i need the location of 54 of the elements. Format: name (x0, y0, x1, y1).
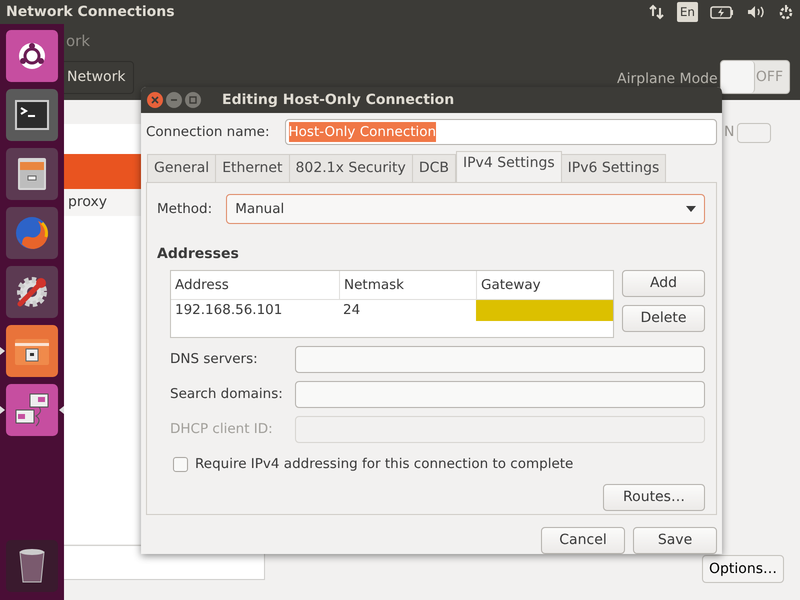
routes-button[interactable]: Routes… (603, 484, 705, 512)
minimize-icon[interactable] (166, 92, 182, 108)
gateway-edit-cell[interactable] (476, 300, 613, 321)
volume-icon[interactable] (746, 4, 766, 20)
tab[interactable]: 802.1x Security (290, 154, 413, 182)
column-header[interactable]: Netmask (339, 271, 476, 299)
table-cell-text: 192.168.56.101 (174, 301, 284, 320)
add-button[interactable]: Add (622, 270, 705, 297)
checkbox-label: Require IPv4 addressing for this connection to complete (195, 455, 574, 474)
maximize-icon[interactable] (185, 92, 201, 108)
caret-icon (686, 206, 696, 212)
launcher-item[interactable] (6, 384, 58, 436)
column-header[interactable]: Gateway (476, 271, 613, 299)
tab[interactable]: IPv6 Settings (562, 154, 666, 182)
launcher-item[interactable] (6, 30, 58, 82)
dialog-title: Editing Host-Only Connection (222, 90, 454, 110)
method-dropdown[interactable]: Manual (226, 194, 705, 224)
window-title: ork (66, 31, 90, 52)
power-gear-icon[interactable] (778, 4, 794, 20)
field-label: DNS servers: (170, 350, 259, 370)
field-label: DHCP client ID: (170, 420, 274, 440)
launcher-item[interactable] (6, 540, 58, 592)
switch-label: N (724, 123, 734, 142)
focus-indicator (59, 406, 64, 414)
launcher-item[interactable] (6, 266, 58, 318)
field-label: Connection name: (146, 122, 270, 142)
launcher-item[interactable] (6, 325, 58, 377)
cancel-button[interactable]: Cancel (541, 527, 625, 554)
checkbox[interactable] (173, 456, 188, 472)
running-indicator (0, 406, 5, 414)
keyboard-layout-indicator[interactable]: En (676, 2, 698, 22)
running-indicator (0, 347, 5, 355)
window-title: Network Connections (6, 2, 175, 22)
launcher-item[interactable] (6, 148, 58, 200)
table-cell-text: 24 (342, 301, 362, 320)
delete-button[interactable]: Delete (622, 305, 705, 332)
field-label: Method: (157, 200, 212, 219)
tab[interactable]: Ethernet (216, 154, 290, 182)
toggle-switch[interactable] (737, 122, 772, 142)
tab[interactable]: General (147, 154, 216, 182)
field-label: Search domains: (170, 385, 284, 404)
launcher-item[interactable] (6, 89, 58, 141)
close-icon[interactable] (147, 92, 163, 108)
network-arrows-icon[interactable] (648, 4, 665, 20)
input-field[interactable] (295, 381, 705, 408)
options-button[interactable]: Options… (702, 555, 784, 583)
tab[interactable]: IPv4 Settings (456, 151, 562, 182)
battery-icon[interactable] (710, 6, 734, 18)
input-field[interactable] (295, 346, 705, 373)
column-header[interactable]: Address (171, 271, 339, 299)
save-button[interactable]: Save (633, 527, 717, 554)
airplane-mode-label: Airplane Mode (617, 70, 718, 89)
section-heading: Addresses (157, 245, 240, 264)
tab[interactable]: DCB (412, 154, 456, 182)
